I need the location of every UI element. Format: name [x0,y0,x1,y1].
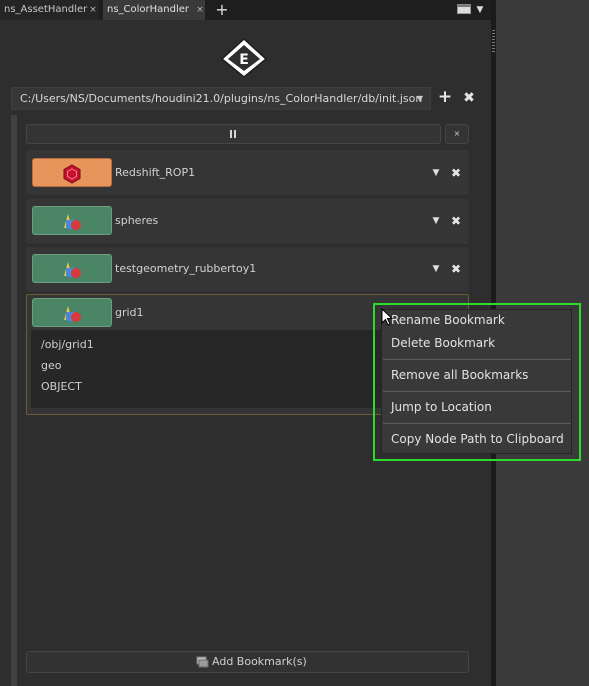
tab-close-button[interactable]: × [88,0,98,20]
menu-separator [383,359,571,360]
add-bookmark-label: Add Bookmark(s) [212,655,307,668]
pane-menu-dropdown[interactable]: ▼ [474,3,486,17]
remove-bookmark-button[interactable]: ✖ [450,263,462,275]
bookmark-color-button[interactable] [32,298,112,327]
remove-bookmark-button[interactable]: ✖ [450,215,462,227]
svg-text:E: E [239,52,249,68]
node-context: OBJECT [41,380,82,393]
bookmark-color-button[interactable] [32,206,112,235]
bookmark-color-button[interactable] [32,254,112,283]
geometry-node-icon [64,214,81,230]
tab-color-handler[interactable]: ns_ColorHandler × [103,0,205,20]
menu-item-remove-all-bookmarks[interactable]: Remove all Bookmarks [391,366,528,384]
add-tab-button[interactable]: + [214,0,230,20]
menu-separator [383,391,571,392]
tab-label: ns_AssetHandler [4,4,88,15]
menu-item-delete-bookmark[interactable]: Delete Bookmark [391,334,495,352]
menu-item-copy-node-path[interactable]: Copy Node Path to Clipboard [391,430,564,448]
bookmark-add-icon [196,656,209,668]
tab-asset-handler[interactable]: ns_AssetHandler × [0,0,99,20]
node-path: /obj/grid1 [41,338,94,351]
bookmark-name[interactable]: spheres [115,211,158,231]
plugin-logo-icon: E [220,37,268,78]
mouse-cursor-icon [381,308,393,326]
menu-item-rename-bookmark[interactable]: Rename Bookmark [391,311,505,329]
redshift-rop-icon [63,164,81,184]
bookmark-name[interactable]: grid1 [115,303,144,323]
tab-label: ns_ColorHandler [107,4,190,15]
pane-layout-icon[interactable] [457,4,471,14]
node-type: geo [41,359,62,372]
remove-bookmark-button[interactable]: ✖ [450,167,462,179]
geometry-node-icon [64,306,81,322]
bookmark-name[interactable]: Redshift_ROP1 [115,163,195,183]
bookmark-color-button[interactable] [32,158,112,187]
chevron-down-icon[interactable]: ▼ [430,167,442,179]
divider-grip-icon[interactable] [492,30,495,54]
geometry-node-icon [64,262,81,278]
tab-close-button[interactable]: × [195,0,205,20]
bookmark-name[interactable]: testgeometry_rubbertoy1 [115,259,256,279]
close-button[interactable]: × [445,124,469,144]
scrollbar[interactable] [11,115,17,686]
menu-separator [383,423,571,424]
menu-item-jump-to-location[interactable]: Jump to Location [391,398,492,416]
chevron-down-icon[interactable]: ▼ [430,263,442,275]
chevron-down-icon[interactable]: ▼ [414,87,426,110]
db-path-value: C:/Users/NS/Documents/houdini21.0/plugin… [20,92,423,105]
chevron-down-icon[interactable]: ▼ [430,215,442,227]
remove-db-button[interactable]: ✖ [461,87,477,110]
pause-icon [230,130,236,138]
add-db-button[interactable]: + [436,87,454,110]
